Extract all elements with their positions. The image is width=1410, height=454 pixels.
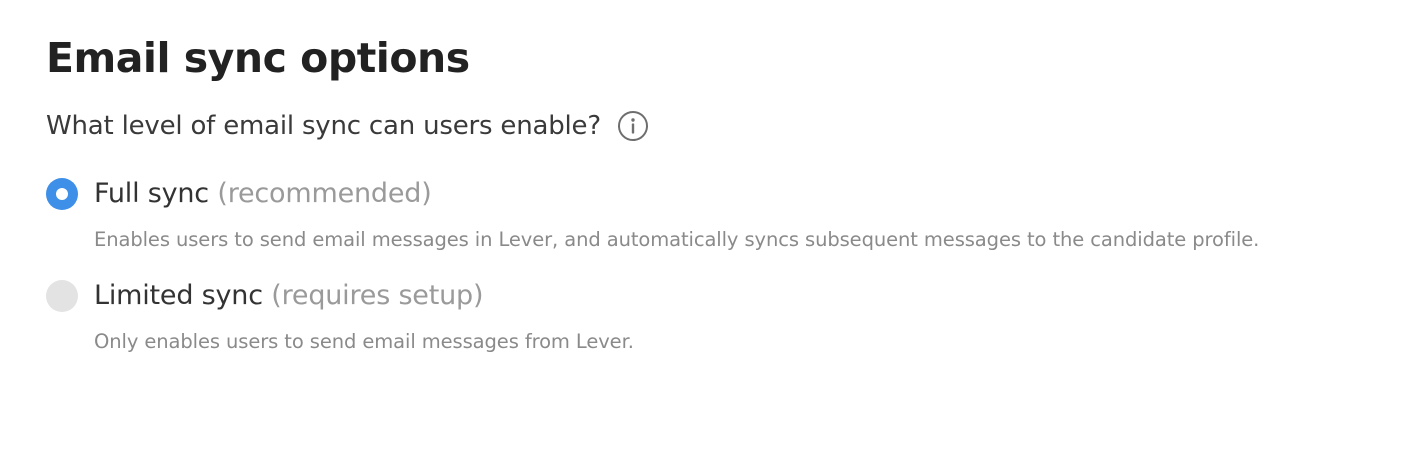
info-icon[interactable] bbox=[617, 110, 649, 142]
full-sync-hint: (recommended) bbox=[217, 178, 432, 209]
option-limited-sync: Limited sync (requires setup) Only enabl… bbox=[46, 276, 1390, 356]
email-sync-options-panel: Email sync options What level of email s… bbox=[46, 28, 1390, 356]
sync-level-question: What level of email sync can users enabl… bbox=[46, 111, 601, 141]
limited-sync-label[interactable]: Limited sync (requires setup) bbox=[94, 276, 1390, 316]
limited-sync-hint: (requires setup) bbox=[271, 280, 484, 311]
full-sync-description: Enables users to send email messages in … bbox=[94, 228, 1260, 251]
full-sync-label[interactable]: Full sync (recommended) bbox=[94, 174, 1390, 214]
limited-sync-title: Limited sync bbox=[94, 280, 263, 311]
limited-sync-description: Only enables users to send email message… bbox=[94, 330, 634, 353]
section-title: Email sync options bbox=[46, 34, 470, 82]
full-sync-radio[interactable] bbox=[46, 178, 78, 210]
limited-sync-radio[interactable] bbox=[46, 280, 78, 312]
full-sync-title: Full sync bbox=[94, 178, 209, 209]
sync-options-radio-group: Full sync (recommended) Enables users to… bbox=[46, 174, 1390, 356]
question-row: What level of email sync can users enabl… bbox=[46, 104, 1390, 148]
option-full-sync: Full sync (recommended) Enables users to… bbox=[46, 174, 1390, 254]
